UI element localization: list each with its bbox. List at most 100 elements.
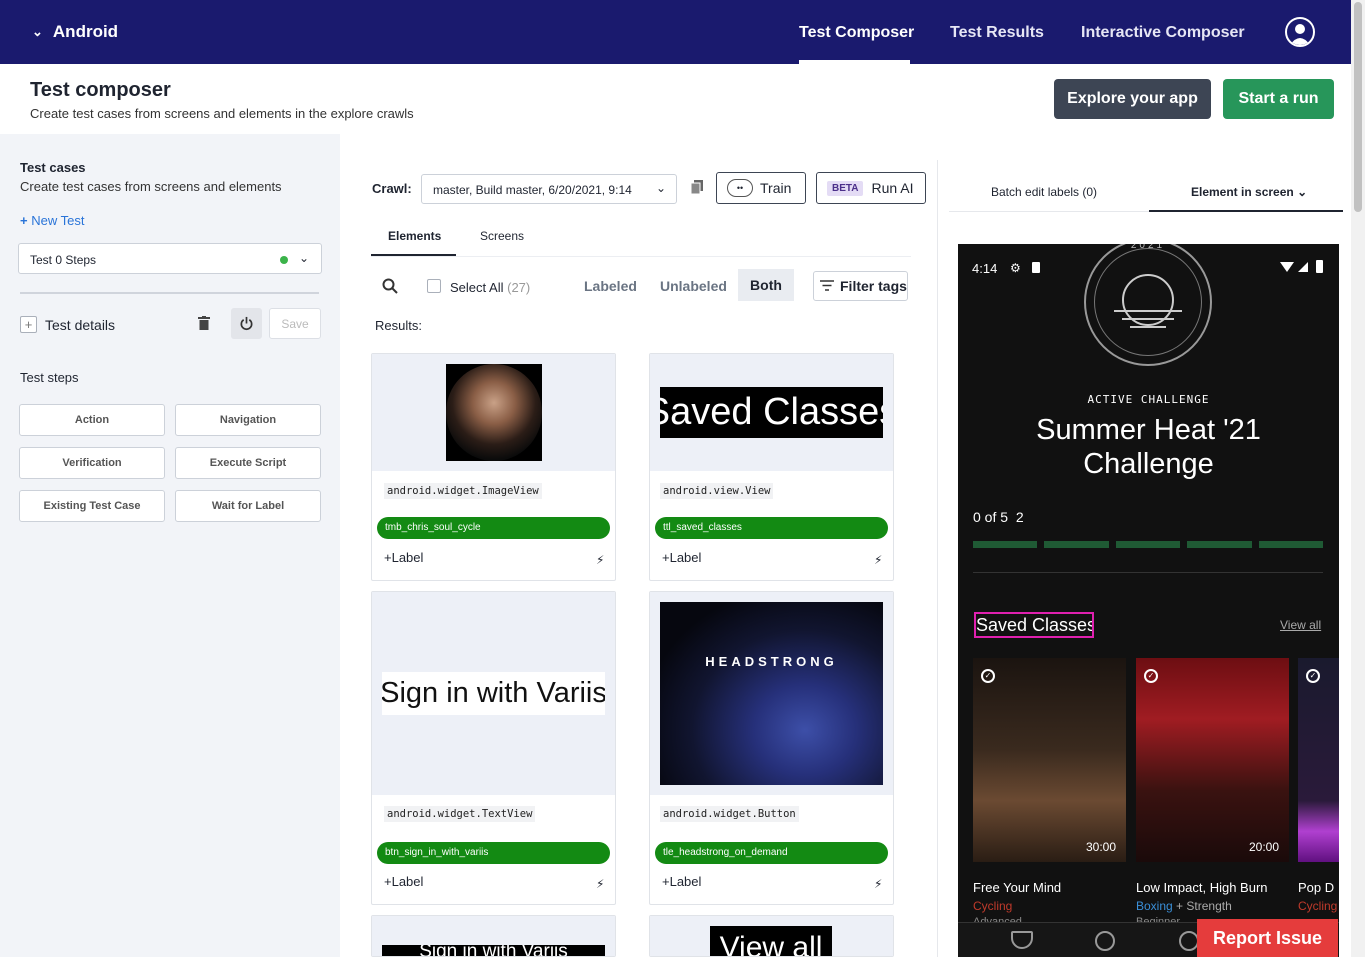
- add-label-link[interactable]: +Label: [662, 874, 701, 889]
- battery-icon: [1316, 260, 1323, 273]
- select-all-label[interactable]: Select All (27): [450, 280, 530, 295]
- element-card[interactable]: View all: [649, 915, 894, 957]
- filter-tags-label: Filter tags: [840, 278, 907, 294]
- add-label-link[interactable]: +Label: [384, 874, 423, 889]
- step-action-button[interactable]: Action: [19, 404, 165, 436]
- badge-year: 2021: [1130, 244, 1166, 251]
- tab-batch-edit-labels[interactable]: Batch edit labels (0): [991, 185, 1097, 199]
- element-class: android.widget.TextView: [384, 806, 536, 822]
- element-thumbnail: HEADSTRONG: [650, 592, 893, 795]
- element-tag[interactable]: ttl_saved_classes: [655, 517, 888, 539]
- test-details-toggle[interactable]: + Test details: [20, 316, 115, 333]
- beta-badge: BETA: [827, 180, 864, 196]
- class-duration: 30:00: [1085, 840, 1116, 854]
- status-time: 4:14: [972, 261, 998, 276]
- start-run-button[interactable]: Start a run: [1223, 79, 1334, 119]
- element-card[interactable]: Saved Classes android.view.View ttl_save…: [649, 353, 894, 581]
- class-category: Cycling: [973, 899, 1013, 913]
- add-label-link[interactable]: +Label: [662, 550, 701, 565]
- step-existing-test-case-button[interactable]: Existing Test Case: [19, 490, 165, 522]
- test-cases-subtitle: Create test cases from screens and eleme…: [20, 179, 282, 194]
- bolt-icon[interactable]: ⚡︎: [874, 877, 882, 891]
- trash-icon[interactable]: [198, 316, 210, 333]
- save-button[interactable]: Save: [269, 308, 321, 339]
- active-tab-indicator: [371, 254, 456, 256]
- class-duration: 20:00: [1248, 840, 1279, 854]
- preview-text: Sign in with Variis: [382, 672, 605, 715]
- train-button[interactable]: •• Train: [716, 172, 806, 204]
- element-card[interactable]: HEADSTRONG android.widget.Button tle_hea…: [649, 591, 894, 905]
- search-icon[interactable]: [382, 278, 398, 299]
- robot-icon: ••: [727, 179, 753, 197]
- profile-photo: [446, 364, 542, 461]
- new-test-link[interactable]: + New Test: [20, 213, 84, 228]
- page-header: Test composer Create test cases from scr…: [0, 64, 1351, 134]
- explore-app-button[interactable]: Explore your app: [1054, 79, 1211, 119]
- element-card[interactable]: Sign in with Variis: [371, 915, 616, 957]
- plus-icon: +: [20, 213, 28, 228]
- results-label: Results:: [375, 318, 422, 333]
- page-title: Test composer: [30, 79, 171, 101]
- class-category: Boxing: [1136, 899, 1173, 913]
- app-name: Android: [52, 22, 119, 41]
- nav-interactive-composer[interactable]: Interactive Composer: [1081, 24, 1245, 42]
- add-label-text: Label: [391, 550, 424, 565]
- status-dot-icon: [280, 256, 288, 264]
- element-tag[interactable]: tmb_chris_soul_cycle: [377, 517, 610, 539]
- copy-icon[interactable]: [690, 180, 703, 197]
- select-all-count: (27): [507, 280, 531, 295]
- crawl-label: Crawl:: [372, 181, 412, 196]
- page-subtitle: Create test cases from screens and eleme…: [30, 106, 414, 121]
- nav-test-results[interactable]: Test Results: [950, 24, 1044, 42]
- crawl-select[interactable]: master, Build master, 6/20/2021, 9:14 ⌄: [421, 174, 677, 204]
- tab-screens[interactable]: Screens: [480, 229, 524, 243]
- step-verification-button[interactable]: Verification: [19, 447, 165, 479]
- class-category-line: Boxing + Strength: [1136, 899, 1232, 913]
- chevron-down-icon: ⌄: [32, 24, 43, 39]
- app-selector[interactable]: ⌄ Android: [32, 22, 118, 42]
- headstrong-image: HEADSTRONG: [660, 602, 883, 785]
- run-ai-button[interactable]: BETA Run AI: [816, 172, 926, 204]
- element-tag[interactable]: btn_sign_in_with_variis: [377, 842, 610, 864]
- element-card[interactable]: android.widget.ImageView tmb_chris_soul_…: [371, 353, 616, 581]
- preview-text: Sign in with Variis: [382, 945, 605, 956]
- highlighted-element: Saved Classes: [974, 612, 1094, 638]
- divider: [20, 292, 319, 294]
- filter-tags-button[interactable]: Filter tags: [813, 271, 908, 301]
- preview-text: Saved Classes: [660, 387, 883, 438]
- preview-text: HEADSTRONG: [705, 654, 838, 669]
- bolt-icon[interactable]: ⚡︎: [596, 877, 604, 891]
- power-icon[interactable]: [231, 308, 262, 339]
- scrollbar-thumb[interactable]: [1354, 2, 1362, 212]
- add-label-text: Label: [669, 550, 702, 565]
- test-case-select[interactable]: Test 0 Steps ⌄: [18, 243, 322, 274]
- sd-card-icon: [1032, 262, 1040, 273]
- step-execute-script-button[interactable]: Execute Script: [175, 447, 321, 479]
- element-thumbnail: Saved Classes: [650, 354, 893, 471]
- filter-both[interactable]: Both: [738, 269, 794, 301]
- filter-labeled[interactable]: Labeled: [584, 278, 637, 294]
- page-scrollbar[interactable]: [1351, 0, 1365, 957]
- report-issue-button[interactable]: Report Issue: [1197, 919, 1338, 957]
- check-circle-icon: ✓: [981, 669, 995, 683]
- progress-text: 0 of 5: [973, 509, 1009, 525]
- element-card[interactable]: Sign in with Variis android.widget.TextV…: [371, 591, 616, 905]
- select-all-checkbox[interactable]: [427, 279, 441, 293]
- challenge-badge: 2021: [1084, 244, 1212, 366]
- bolt-icon[interactable]: ⚡︎: [874, 553, 882, 567]
- train-label: Train: [760, 180, 792, 196]
- step-wait-for-label-button[interactable]: Wait for Label: [175, 490, 321, 522]
- element-tag[interactable]: tle_headstrong_on_demand: [655, 842, 888, 864]
- filter-unlabeled[interactable]: Unlabeled: [660, 278, 727, 294]
- class-category-extra: + Strength: [1176, 899, 1232, 913]
- add-label-link[interactable]: +Label: [384, 550, 423, 565]
- nav-test-composer[interactable]: Test Composer: [799, 24, 914, 42]
- step-navigation-button[interactable]: Navigation: [175, 404, 321, 436]
- bolt-icon[interactable]: ⚡︎: [596, 553, 604, 567]
- top-nav-bar: ⌄ Android Test Composer Test Results Int…: [0, 0, 1351, 64]
- element-thumbnail: Sign in with Variis: [372, 916, 615, 956]
- gear-icon: ⚙: [1010, 261, 1021, 275]
- user-avatar-icon[interactable]: [1285, 17, 1315, 47]
- tab-element-in-screen[interactable]: Element in screen ⌄: [1191, 185, 1307, 199]
- tab-elements[interactable]: Elements: [388, 229, 441, 243]
